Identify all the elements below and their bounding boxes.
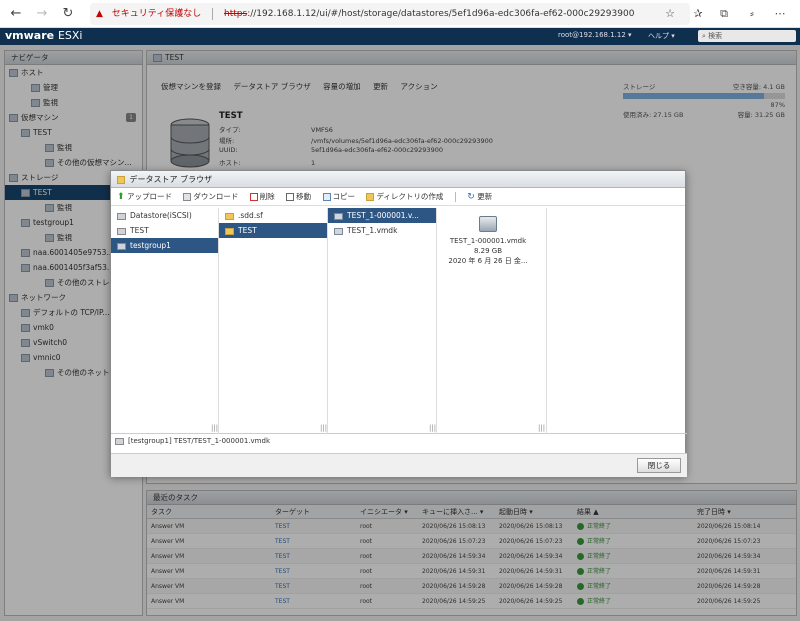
selected-path: [testgroup1] TEST/TEST_1-000001.vmdk	[115, 437, 270, 445]
datastore-browser-dialog: データストア ブラウザ ⬆ アップロード ダウンロード 削除 移動 コピー ディレ…	[110, 170, 687, 477]
move-button[interactable]: 移動	[286, 192, 311, 201]
vmdk-disk-icon	[479, 216, 497, 232]
delete-button[interactable]: 削除	[249, 192, 275, 201]
preview-size: 8.29 GB	[473, 247, 503, 255]
folder-column: .sdd.sf TEST |||	[219, 208, 328, 434]
refresh-button[interactable]: ↻ 更新	[467, 192, 492, 202]
security-warning: セキュリティ保護なし	[111, 9, 202, 19]
vmdk-icon	[334, 212, 343, 220]
search-input[interactable]: ⌕ 検索	[698, 30, 796, 42]
forward-icon[interactable]: →	[32, 4, 52, 24]
browser-item[interactable]: .sdd.sf	[219, 208, 327, 223]
folder-icon	[225, 212, 234, 220]
warning-icon: ▲	[96, 9, 103, 19]
vmware-logo: vmware ESXi	[5, 29, 83, 42]
dialog-footer: 閉じる	[111, 453, 687, 477]
browser-item[interactable]: TEST	[111, 223, 218, 238]
browser-item[interactable]: Datastore(iSCSI)	[111, 208, 218, 223]
datastore-icon	[117, 212, 126, 220]
create-directory-button[interactable]: ディレクトリの作成	[366, 192, 443, 201]
delete-icon	[249, 193, 258, 201]
column-resize-handle[interactable]: |||	[429, 424, 436, 432]
help-menu[interactable]: ヘルプ ▾	[648, 31, 675, 41]
datastore-icon	[117, 242, 126, 250]
url-text: ://192.168.1.12/ui/#/host/storage/datast…	[247, 9, 635, 19]
more-menu-icon[interactable]: ⋯	[770, 4, 790, 24]
esxi-header: vmware ESXi root@192.168.1.12 ▾ ヘルプ ▾ ⌕ …	[0, 28, 800, 45]
datastore-icon	[117, 227, 126, 235]
folder-plus-icon	[366, 193, 375, 201]
user-menu[interactable]: root@192.168.1.12 ▾	[558, 31, 632, 39]
file-preview: TEST_1-000001.vmdk 8.29 GB 2020 年 6 月 26…	[437, 216, 539, 266]
file-column: TEST_1-000001.v... TEST_1.vmdk |||	[328, 208, 437, 434]
preview-date: 2020 年 6 月 26 日 金...	[448, 257, 528, 265]
favorites-list-icon[interactable]: ✰	[688, 4, 708, 24]
dialog-title: データストア ブラウザ	[111, 171, 685, 188]
browser-item[interactable]: TEST_1.vmdk	[328, 223, 436, 238]
datastore-icon	[115, 437, 124, 445]
browser-columns: Datastore(iSCSI) TEST testgroup1 ||| .sdd.s…	[111, 208, 687, 434]
browser-toolbar: ← → ↻ ▲ セキュリティ保護なし https://192.168.1.12/…	[0, 0, 800, 28]
move-icon	[286, 193, 295, 201]
download-icon	[183, 193, 192, 201]
extension-icon[interactable]: ⸗	[742, 4, 762, 24]
folder-icon	[225, 227, 234, 235]
preview-filename: TEST_1-000001.vmdk	[449, 237, 527, 245]
vmdk-icon	[334, 227, 343, 235]
dialog-toolbar: ⬆ アップロード ダウンロード 削除 移動 コピー ディレクトリの作成 ↻ 更新	[111, 188, 685, 206]
browser-item[interactable]: testgroup1	[111, 238, 218, 253]
download-button[interactable]: ダウンロード	[183, 192, 238, 201]
column-resize-handle[interactable]: |||	[538, 424, 545, 432]
datastore-browser-icon	[117, 175, 125, 184]
copy-button[interactable]: コピー	[322, 192, 355, 201]
address-bar[interactable]: ▲ セキュリティ保護なし https://192.168.1.12/ui/#/h…	[90, 3, 690, 25]
upload-button[interactable]: ⬆ アップロード	[117, 192, 172, 202]
favorite-star-icon[interactable]: ☆	[660, 4, 680, 24]
reload-icon[interactable]: ↻	[58, 4, 78, 24]
upload-icon: ⬆	[117, 192, 125, 202]
url-scheme: https	[224, 9, 248, 19]
browser-item[interactable]: TEST_1-000001.v...	[328, 208, 436, 223]
copy-icon	[322, 193, 331, 201]
browser-item[interactable]: TEST	[219, 223, 327, 238]
datastore-column: Datastore(iSCSI) TEST testgroup1 |||	[111, 208, 219, 434]
column-resize-handle[interactable]: |||	[320, 424, 327, 432]
collections-icon[interactable]: ⧉	[714, 4, 734, 24]
refresh-icon: ↻	[467, 192, 475, 202]
column-resize-handle[interactable]: |||	[211, 424, 218, 432]
close-button[interactable]: 閉じる	[637, 458, 681, 473]
back-icon[interactable]: ←	[6, 4, 26, 24]
